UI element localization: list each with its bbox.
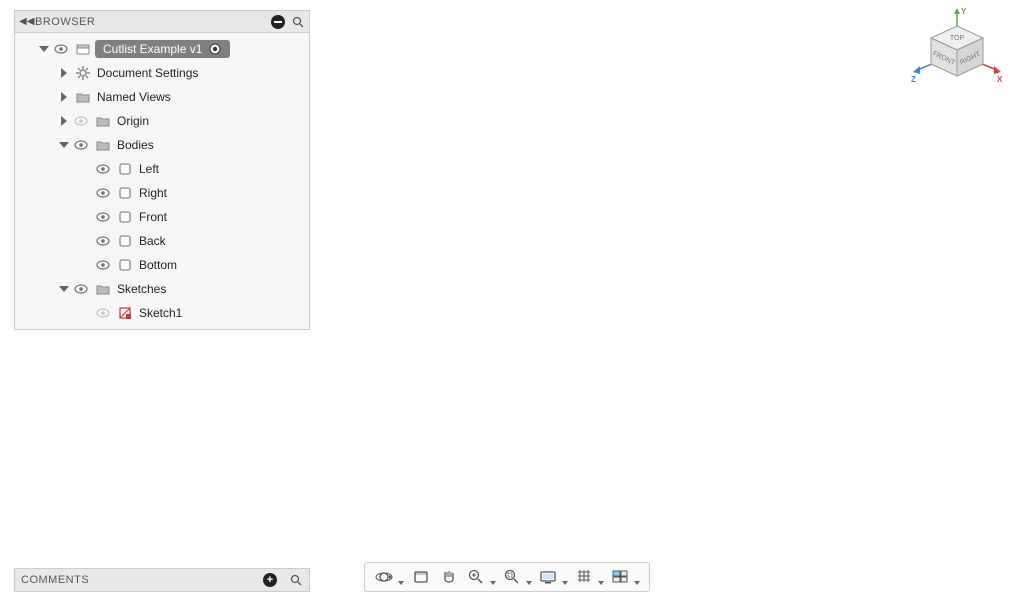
activate-radio-icon[interactable] (208, 42, 222, 56)
active-component-pill[interactable]: Cutlist Example v1 (95, 40, 230, 58)
tree-document-settings[interactable]: Document Settings (15, 61, 309, 85)
expand-icon[interactable] (57, 138, 71, 152)
tree-body-item[interactable]: Left (15, 157, 309, 181)
collapse-browser-icon[interactable]: ◀◀ (19, 16, 33, 27)
dropdown-icon (598, 581, 604, 585)
tree-named-views[interactable]: Named Views (15, 85, 309, 109)
tree-bodies[interactable]: Bodies (15, 133, 309, 157)
body-icon (117, 161, 133, 177)
folder-icon (95, 137, 111, 153)
app-root: ◀◀ BROWSER Cutlist Example v1 (0, 0, 1013, 602)
tree-root-label: Cutlist Example v1 (103, 42, 202, 56)
visibility-toggle[interactable] (73, 137, 89, 153)
tree-label: Right (137, 186, 167, 200)
view-cube[interactable]: Y X Z TOP FRONT RIGHT (909, 4, 1005, 100)
body-icon (117, 257, 133, 273)
sketch-icon (117, 305, 133, 321)
visibility-toggle[interactable] (95, 161, 111, 177)
add-comment-button[interactable]: + (263, 573, 277, 587)
browser-panel: ◀◀ BROWSER Cutlist Example v1 (14, 10, 310, 330)
expand-icon[interactable] (57, 282, 71, 296)
zoom-tool[interactable] (463, 564, 499, 590)
tree-body-item[interactable]: Back (15, 229, 309, 253)
folder-icon (75, 89, 91, 105)
tree-body-item[interactable]: Bottom (15, 253, 309, 277)
tree-sketch-item[interactable]: Sketch1 (15, 301, 309, 325)
tree-origin[interactable]: Origin (15, 109, 309, 133)
gear-icon (75, 65, 91, 81)
tree-root[interactable]: Cutlist Example v1 (15, 37, 309, 61)
axis-z-label: Z (911, 75, 916, 84)
tree-label: Document Settings (95, 66, 198, 80)
tree-label: Front (137, 210, 167, 224)
dropdown-icon (526, 581, 532, 585)
expand-icon[interactable] (37, 42, 51, 56)
body-icon (117, 209, 133, 225)
tree-sketches[interactable]: Sketches (15, 277, 309, 301)
tree-body-item[interactable]: Right (15, 181, 309, 205)
tree-label: Bottom (137, 258, 177, 272)
look-at-tool[interactable] (407, 564, 435, 590)
expand-icon[interactable] (57, 66, 71, 80)
tree-body-item[interactable]: Front (15, 205, 309, 229)
visibility-toggle[interactable] (95, 257, 111, 273)
display-settings-tool[interactable] (535, 564, 571, 590)
model-preview[interactable] (315, 120, 735, 460)
component-icon (75, 41, 91, 57)
dropdown-icon (634, 581, 640, 585)
tree-label: Sketches (115, 282, 166, 296)
tree-label: Sketch1 (137, 306, 182, 320)
visibility-toggle[interactable] (73, 281, 89, 297)
orbit-tool[interactable] (371, 564, 407, 590)
body-icon (117, 233, 133, 249)
axis-x-label: X (997, 75, 1003, 84)
expand-icon[interactable] (57, 114, 71, 128)
browser-title: BROWSER (33, 16, 267, 28)
axis-y-label: Y (961, 7, 967, 16)
visibility-toggle[interactable] (53, 41, 69, 57)
browser-search-button[interactable] (291, 15, 305, 29)
viewcube-top-face[interactable]: TOP (950, 35, 965, 42)
comments-title: COMMENTS (21, 574, 263, 586)
expand-icon[interactable] (57, 90, 71, 104)
dropdown-icon (398, 581, 404, 585)
comments-search-button[interactable] (289, 573, 303, 587)
folder-icon (95, 281, 111, 297)
visibility-toggle[interactable] (95, 209, 111, 225)
dropdown-icon (562, 581, 568, 585)
pan-tool[interactable] (435, 564, 463, 590)
tree-label: Bodies (115, 138, 154, 152)
tree-label: Origin (115, 114, 149, 128)
visibility-toggle[interactable] (95, 233, 111, 249)
grid-settings-tool[interactable] (571, 564, 607, 590)
visibility-toggle[interactable] (95, 185, 111, 201)
tree-label: Left (137, 162, 159, 176)
dropdown-icon (490, 581, 496, 585)
fit-tool[interactable] (499, 564, 535, 590)
navigation-toolbar (364, 562, 650, 592)
tree-label: Named Views (95, 90, 171, 104)
browser-tree: Cutlist Example v1 Document Settings (15, 33, 309, 329)
comments-bar: COMMENTS + (14, 568, 310, 592)
visibility-toggle[interactable] (95, 305, 111, 321)
visibility-toggle[interactable] (73, 113, 89, 129)
body-icon (117, 185, 133, 201)
viewport-layout-tool[interactable] (607, 564, 643, 590)
browser-minimize-button[interactable] (271, 15, 285, 29)
tree-label: Back (137, 234, 166, 248)
browser-header: ◀◀ BROWSER (15, 11, 309, 33)
folder-icon (95, 113, 111, 129)
